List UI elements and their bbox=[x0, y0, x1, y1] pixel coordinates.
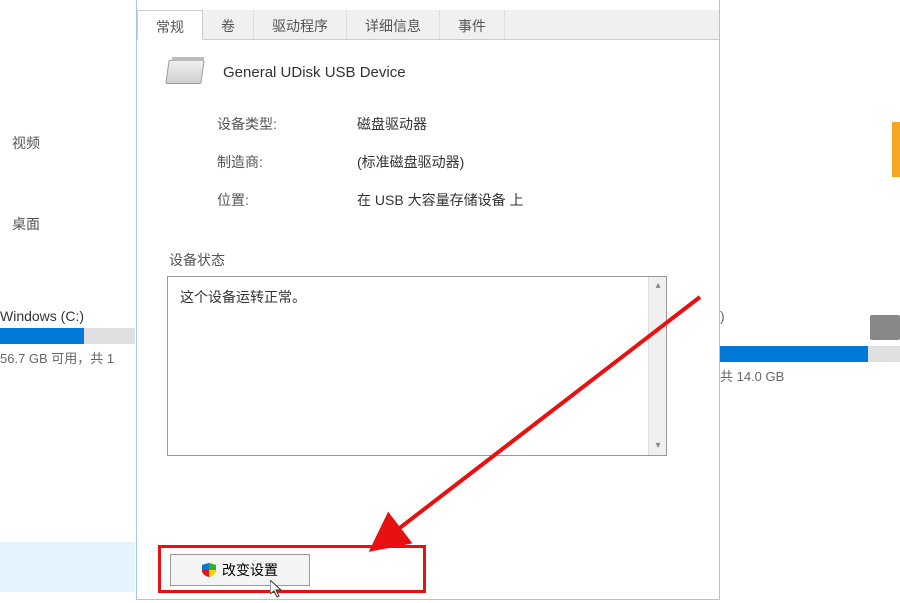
info-label-type: 设备类型: bbox=[217, 114, 357, 134]
info-value-manufacturer: (标准磁盘驱动器) bbox=[357, 152, 464, 172]
orange-indicator bbox=[892, 122, 900, 177]
scroll-down-button[interactable]: ▾ bbox=[649, 437, 667, 455]
shield-icon bbox=[202, 563, 216, 577]
tab-driver[interactable]: 驱动程序 bbox=[254, 10, 347, 39]
drive-c-label: Windows (C:) bbox=[0, 308, 135, 324]
chevron-up-icon: ▴ bbox=[655, 280, 660, 291]
drive-c-usage-bar bbox=[0, 328, 135, 344]
info-row-manufacturer: 制造商: (标准磁盘驱动器) bbox=[217, 152, 689, 172]
drive-right-paren: ) bbox=[720, 308, 725, 324]
device-properties-dialog: 常规 卷 驱动程序 详细信息 事件 General UDisk USB Devi… bbox=[136, 0, 720, 600]
info-value-type: 磁盘驱动器 bbox=[357, 114, 427, 134]
tabs-bar: 常规 卷 驱动程序 详细信息 事件 bbox=[137, 10, 719, 40]
drive-icon bbox=[870, 315, 900, 340]
sidebar-item-videos[interactable]: 视频 bbox=[0, 125, 135, 161]
drive-right-usage-bar bbox=[720, 346, 900, 362]
device-name-label: General UDisk USB Device bbox=[223, 64, 406, 81]
status-label: 设备状态 bbox=[169, 250, 689, 270]
scrollbar-track: ▴ ▾ bbox=[648, 277, 666, 455]
info-row-type: 设备类型: 磁盘驱动器 bbox=[217, 114, 689, 134]
drive-c-free-text: 56.7 GB 可用，共 1 bbox=[0, 348, 135, 367]
sidebar-item-desktop[interactable]: 桌面 bbox=[0, 206, 135, 242]
drive-right-total-text: 共 14.0 GB bbox=[720, 366, 900, 385]
chevron-down-icon: ▾ bbox=[655, 440, 660, 451]
disk-drive-icon bbox=[165, 60, 204, 84]
info-label-location: 位置: bbox=[217, 190, 357, 210]
tab-volumes[interactable]: 卷 bbox=[203, 10, 254, 39]
device-header: General UDisk USB Device bbox=[167, 60, 689, 84]
info-value-location: 在 USB 大容量存储设备 上 bbox=[357, 190, 523, 210]
drive-c-item[interactable]: Windows (C:) 56.7 GB 可用，共 1 bbox=[0, 308, 135, 367]
device-status-section: 设备状态 这个设备运转正常。 ▴ ▾ bbox=[167, 250, 689, 456]
scroll-up-button[interactable]: ▴ bbox=[649, 277, 667, 295]
info-label-manufacturer: 制造商: bbox=[217, 152, 357, 172]
status-text: 这个设备运转正常。 bbox=[180, 289, 306, 305]
explorer-selected-highlight bbox=[0, 542, 135, 592]
info-row-location: 位置: 在 USB 大容量存储设备 上 bbox=[217, 190, 689, 210]
tab-details[interactable]: 详细信息 bbox=[347, 10, 440, 39]
change-settings-button[interactable]: 改变设置 bbox=[170, 554, 310, 586]
change-settings-label: 改变设置 bbox=[222, 560, 278, 580]
status-textbox[interactable]: 这个设备运转正常。 ▴ ▾ bbox=[167, 276, 667, 456]
tab-events[interactable]: 事件 bbox=[440, 10, 505, 39]
device-info-grid: 设备类型: 磁盘驱动器 制造商: (标准磁盘驱动器) 位置: 在 USB 大容量… bbox=[217, 114, 689, 210]
tab-general[interactable]: 常规 bbox=[137, 10, 203, 40]
tab-content-general: General UDisk USB Device 设备类型: 磁盘驱动器 制造商… bbox=[137, 40, 719, 476]
explorer-sidebar: 视频 桌面 bbox=[0, 0, 135, 600]
